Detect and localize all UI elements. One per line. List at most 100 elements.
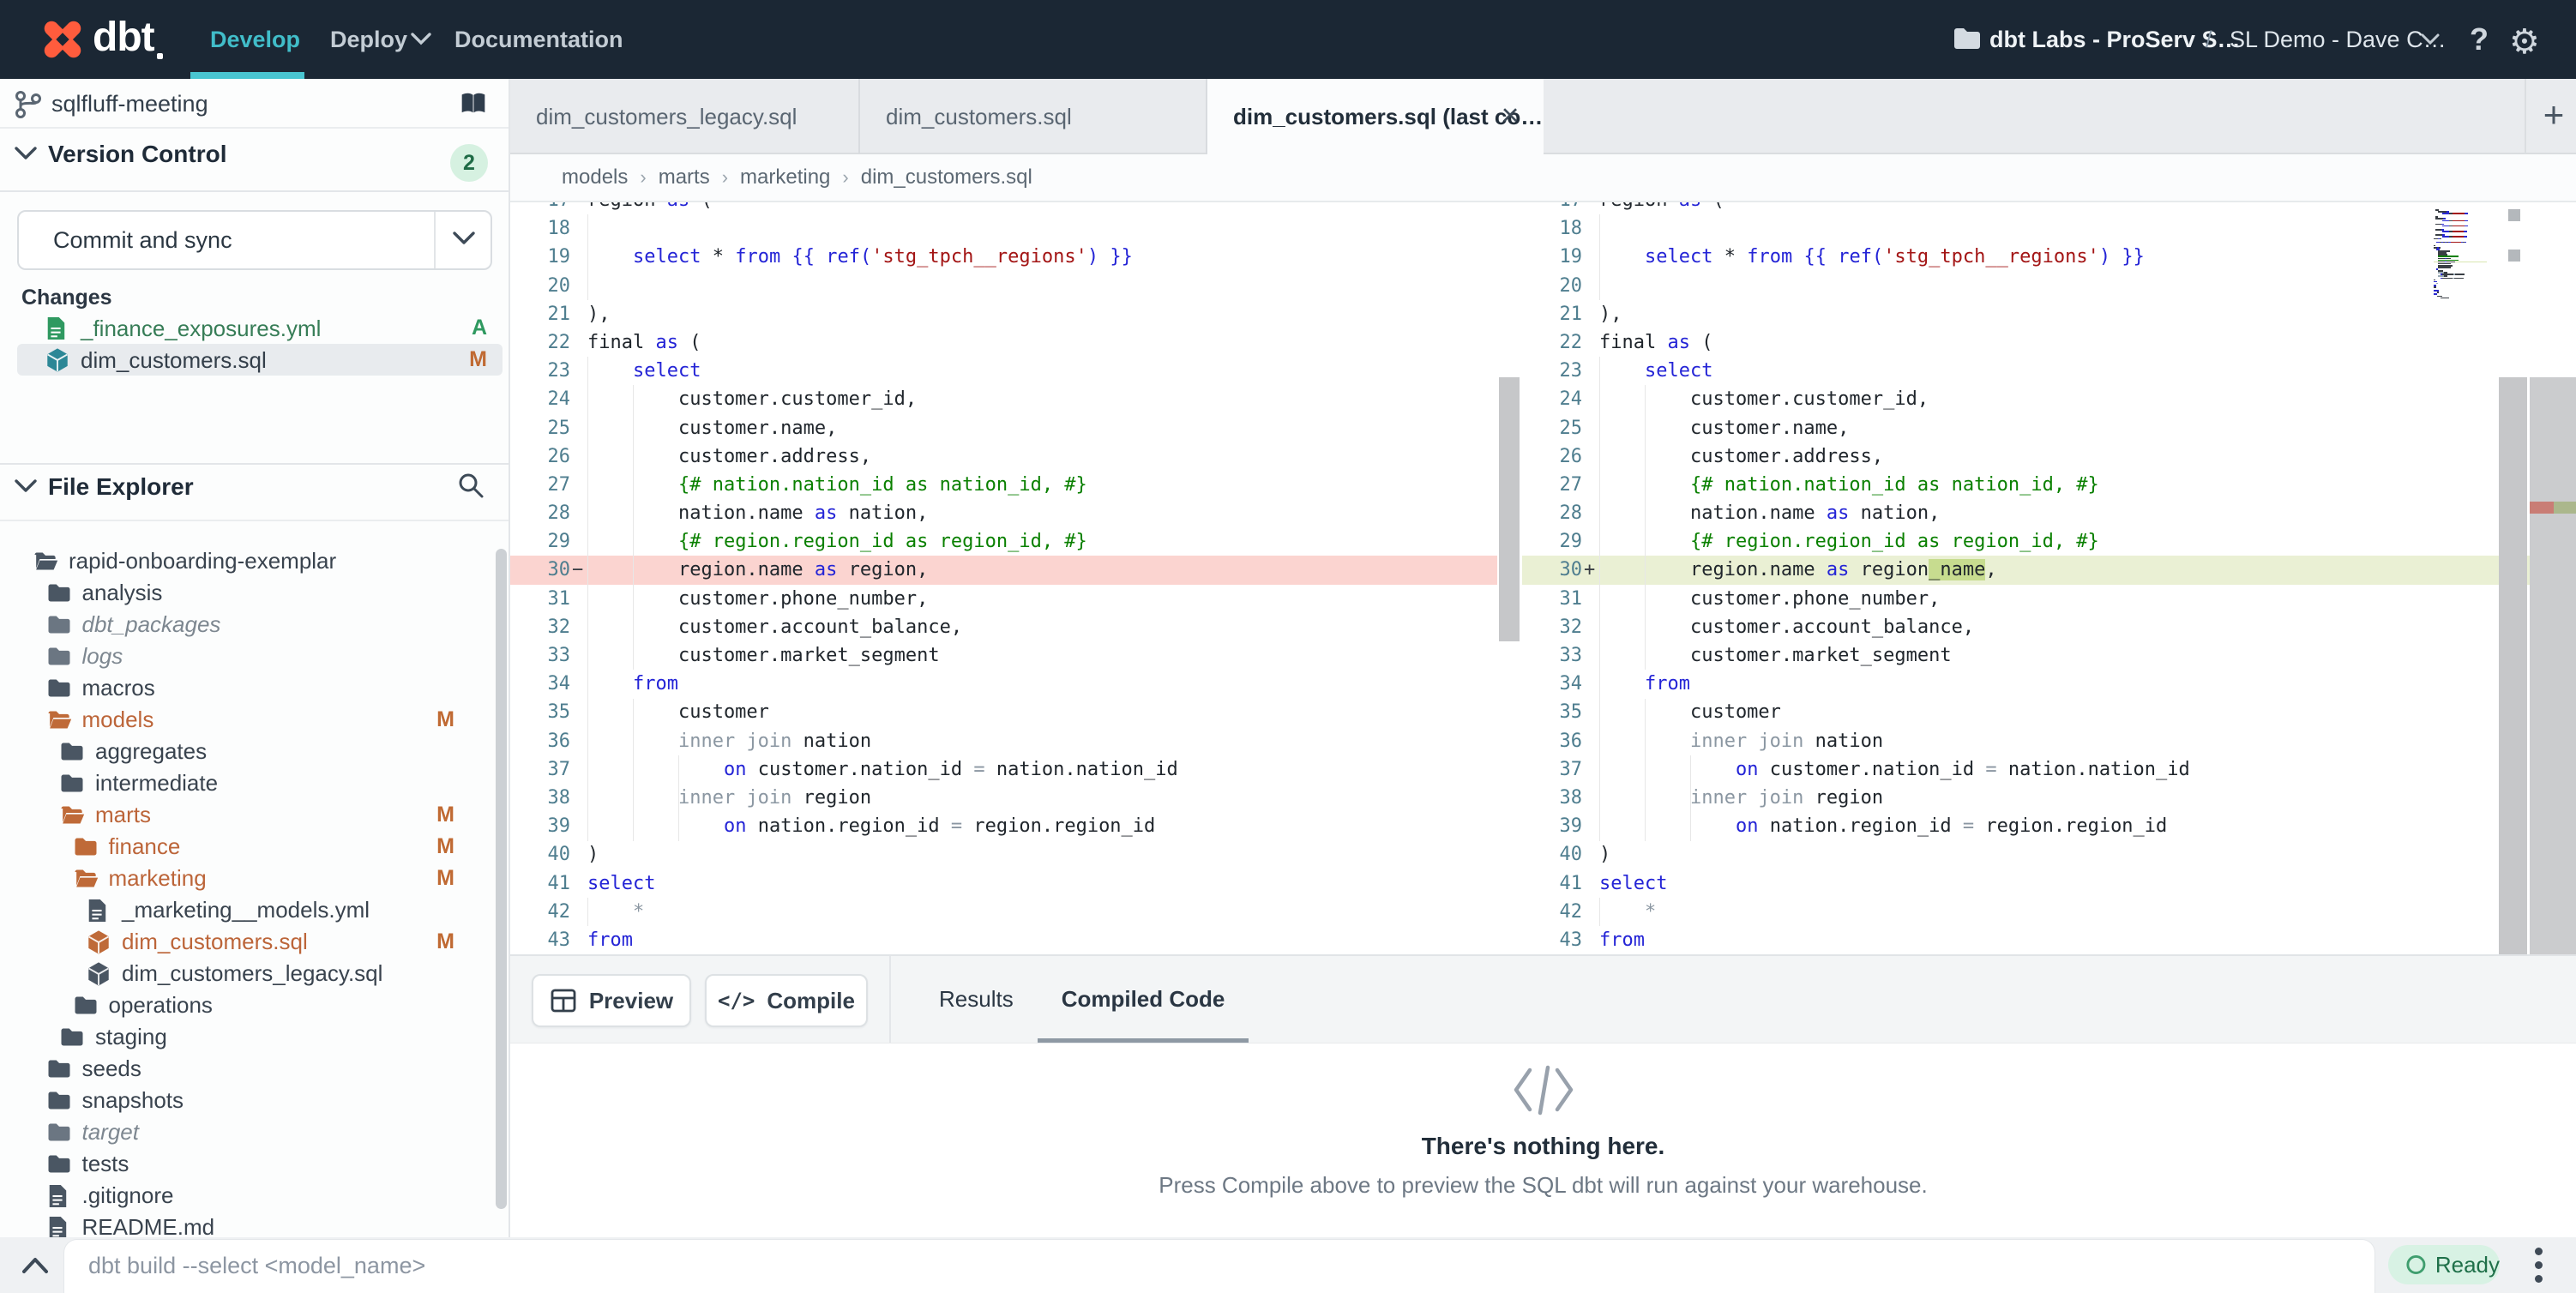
commit-options-chevron-icon[interactable] bbox=[434, 212, 491, 268]
editor-tab-2[interactable]: dim_customers.sql bbox=[860, 79, 1207, 154]
breadcrumb: models›marts›marketing›dim_customers.sql bbox=[562, 154, 1032, 201]
code-text: customer.phone_number, bbox=[587, 588, 928, 610]
line-number: 29 bbox=[510, 527, 570, 556]
code-text: customer.address, bbox=[587, 446, 871, 467]
indent-guide bbox=[1645, 699, 1646, 841]
code-line-25: 25 customer.name, bbox=[1522, 414, 2576, 442]
docs-book-icon[interactable] bbox=[460, 91, 487, 121]
more-options-kebab-icon[interactable] bbox=[2519, 1241, 2557, 1289]
overview-ruler-added-mark bbox=[2554, 502, 2576, 514]
tree-item-intermediate[interactable]: intermediate bbox=[0, 767, 497, 799]
tree-item-marts[interactable]: martsM bbox=[0, 799, 497, 831]
file-search-icon[interactable] bbox=[457, 472, 485, 503]
git-branch-icon bbox=[14, 89, 43, 124]
divider bbox=[0, 190, 509, 192]
code-text: region.name as region_name, bbox=[1599, 559, 1997, 580]
tree-item-target[interactable]: target bbox=[0, 1116, 497, 1148]
code-text: ), bbox=[587, 304, 611, 325]
code-text: customer.phone_number, bbox=[1599, 588, 1940, 610]
code-text: from bbox=[1599, 673, 1690, 695]
tree-item-dbt_packages[interactable]: dbt_packages bbox=[0, 609, 497, 640]
line-number: 17 bbox=[1522, 202, 1582, 214]
code-text: on customer.nation_id = nation.nation_id bbox=[1599, 759, 2190, 780]
new-tab-button[interactable]: + bbox=[2532, 79, 2575, 154]
editor-tab-1[interactable]: dim_customers_legacy.sql bbox=[510, 79, 860, 154]
help-icon[interactable]: ? bbox=[2470, 0, 2489, 79]
diff-pane-original[interactable]: 17region as (1819 select * from {{ ref('… bbox=[510, 202, 1497, 954]
tree-item-operations[interactable]: operations bbox=[0, 989, 497, 1021]
tab-label: dim_customers.sql bbox=[886, 79, 1072, 154]
version-control-title[interactable]: Version Control bbox=[48, 141, 226, 168]
tree-item-dim_customers.sql[interactable]: dim_customers.sqlM bbox=[0, 926, 497, 958]
editor-tab-3[interactable]: dim_customers.sql (last co…✕ bbox=[1207, 79, 1544, 158]
minimap-slider[interactable] bbox=[2508, 209, 2520, 221]
tree-item-staging[interactable]: staging bbox=[0, 1021, 497, 1053]
code-text: ) bbox=[1599, 844, 1610, 865]
tree-item-README.md[interactable]: README.md bbox=[0, 1212, 497, 1237]
tree-item-tests[interactable]: tests bbox=[0, 1148, 497, 1180]
project-name[interactable]: SL Demo - Dave C… bbox=[2230, 0, 2447, 79]
code-text: customer.customer_id, bbox=[1599, 388, 1929, 410]
code-text: customer.name, bbox=[587, 418, 837, 439]
breadcrumb-item[interactable]: marketing bbox=[740, 165, 830, 189]
code-text: * bbox=[1599, 901, 1656, 923]
tree-item-dim_customers_legacy.sql[interactable]: dim_customers_legacy.sql bbox=[0, 958, 497, 989]
tree-item-aggregates[interactable]: aggregates bbox=[0, 736, 497, 767]
dbt-logo-icon[interactable] bbox=[38, 15, 87, 64]
changed-file-_finance_exposures.yml[interactable]: _finance_exposures.ymlA bbox=[17, 312, 503, 344]
preview-button[interactable]: Preview bbox=[532, 974, 691, 1027]
minimap-slider[interactable] bbox=[2508, 250, 2520, 262]
line-number: 34 bbox=[510, 670, 570, 698]
tree-item-seeds[interactable]: seeds bbox=[0, 1053, 497, 1085]
code-text: select bbox=[1599, 360, 1712, 382]
tree-item-finance[interactable]: financeM bbox=[0, 831, 497, 863]
close-tab-icon[interactable]: ✕ bbox=[1496, 101, 1525, 130]
code-line-30: 30− region.name as region, bbox=[510, 556, 1497, 584]
nav-deploy[interactable]: Deploy bbox=[330, 0, 407, 79]
tree-item-.gitignore[interactable]: .gitignore bbox=[0, 1180, 497, 1212]
line-number: 40 bbox=[1522, 840, 1582, 869]
line-number: 42 bbox=[1522, 898, 1582, 926]
overview-ruler[interactable] bbox=[2530, 377, 2576, 954]
breadcrumb-item[interactable]: dim_customers.sql bbox=[861, 165, 1032, 189]
account-name[interactable]: dbt Labs - ProServ S… bbox=[1989, 0, 2241, 79]
file-explorer-chevron-icon[interactable] bbox=[14, 478, 38, 498]
code-text: region as ( bbox=[1599, 202, 1724, 211]
overview-ruler-deleted-mark bbox=[2530, 502, 2554, 514]
tree-item-_marketing__models.yml[interactable]: _marketing__models.yml bbox=[0, 894, 497, 926]
settings-gear-icon[interactable]: ⚙ bbox=[2509, 22, 2540, 62]
expand-chevron-up-icon[interactable] bbox=[21, 1256, 50, 1279]
tree-item-logs[interactable]: logs bbox=[0, 640, 497, 672]
deploy-chevron-down-icon[interactable] bbox=[410, 31, 432, 51]
editor-scrollbar-thumb[interactable] bbox=[2499, 377, 2527, 954]
tree-item-label: models bbox=[82, 707, 154, 733]
diff-pane-modified[interactable]: 17region as (1819 select * from {{ ref('… bbox=[1522, 202, 2576, 954]
changes-count-badge: 2 bbox=[450, 144, 488, 182]
version-control-chevron-icon[interactable] bbox=[14, 146, 38, 165]
file-explorer-title[interactable]: File Explorer bbox=[48, 473, 194, 501]
tree-item-analysis[interactable]: analysis bbox=[0, 577, 497, 609]
changed-file-dim_customers.sql[interactable]: dim_customers.sqlM bbox=[17, 344, 503, 376]
breadcrumb-item[interactable]: models bbox=[562, 165, 628, 189]
branch-name[interactable]: sqlfluff-meeting bbox=[51, 91, 208, 117]
panel-tab-compiled-code[interactable]: Compiled Code bbox=[1062, 956, 1225, 1043]
tree-item-snapshots[interactable]: snapshots bbox=[0, 1085, 497, 1116]
breadcrumb-item[interactable]: marts bbox=[659, 165, 710, 189]
line-number: 28 bbox=[510, 499, 570, 527]
tree-item-macros[interactable]: macros bbox=[0, 672, 497, 704]
editor-tabstrip: dim_customers_legacy.sql dim_customers.sq… bbox=[510, 79, 2576, 154]
tree-item-models[interactable]: modelsM bbox=[0, 704, 497, 736]
tree-item-marketing[interactable]: marketingM bbox=[0, 863, 497, 894]
panel-tab-results[interactable]: Results bbox=[939, 956, 1014, 1043]
command-input[interactable] bbox=[88, 1245, 2146, 1286]
compile-button[interactable]: </> Compile bbox=[705, 974, 868, 1027]
minimap[interactable] bbox=[2434, 209, 2487, 299]
indent-guide bbox=[587, 214, 588, 300]
project-chevron-down-icon[interactable] bbox=[2420, 33, 2441, 51]
tree-item-rapid-onboarding-exemplar[interactable]: rapid-onboarding-exemplar bbox=[0, 545, 497, 577]
nav-develop[interactable]: Develop bbox=[210, 0, 300, 79]
commit-and-sync-button[interactable]: Commit and sync bbox=[17, 210, 492, 270]
nav-documentation[interactable]: Documentation bbox=[454, 0, 623, 79]
sidebar-scrollbar[interactable] bbox=[496, 549, 507, 1209]
left-pane-scrollbar-thumb[interactable] bbox=[1499, 377, 1520, 641]
